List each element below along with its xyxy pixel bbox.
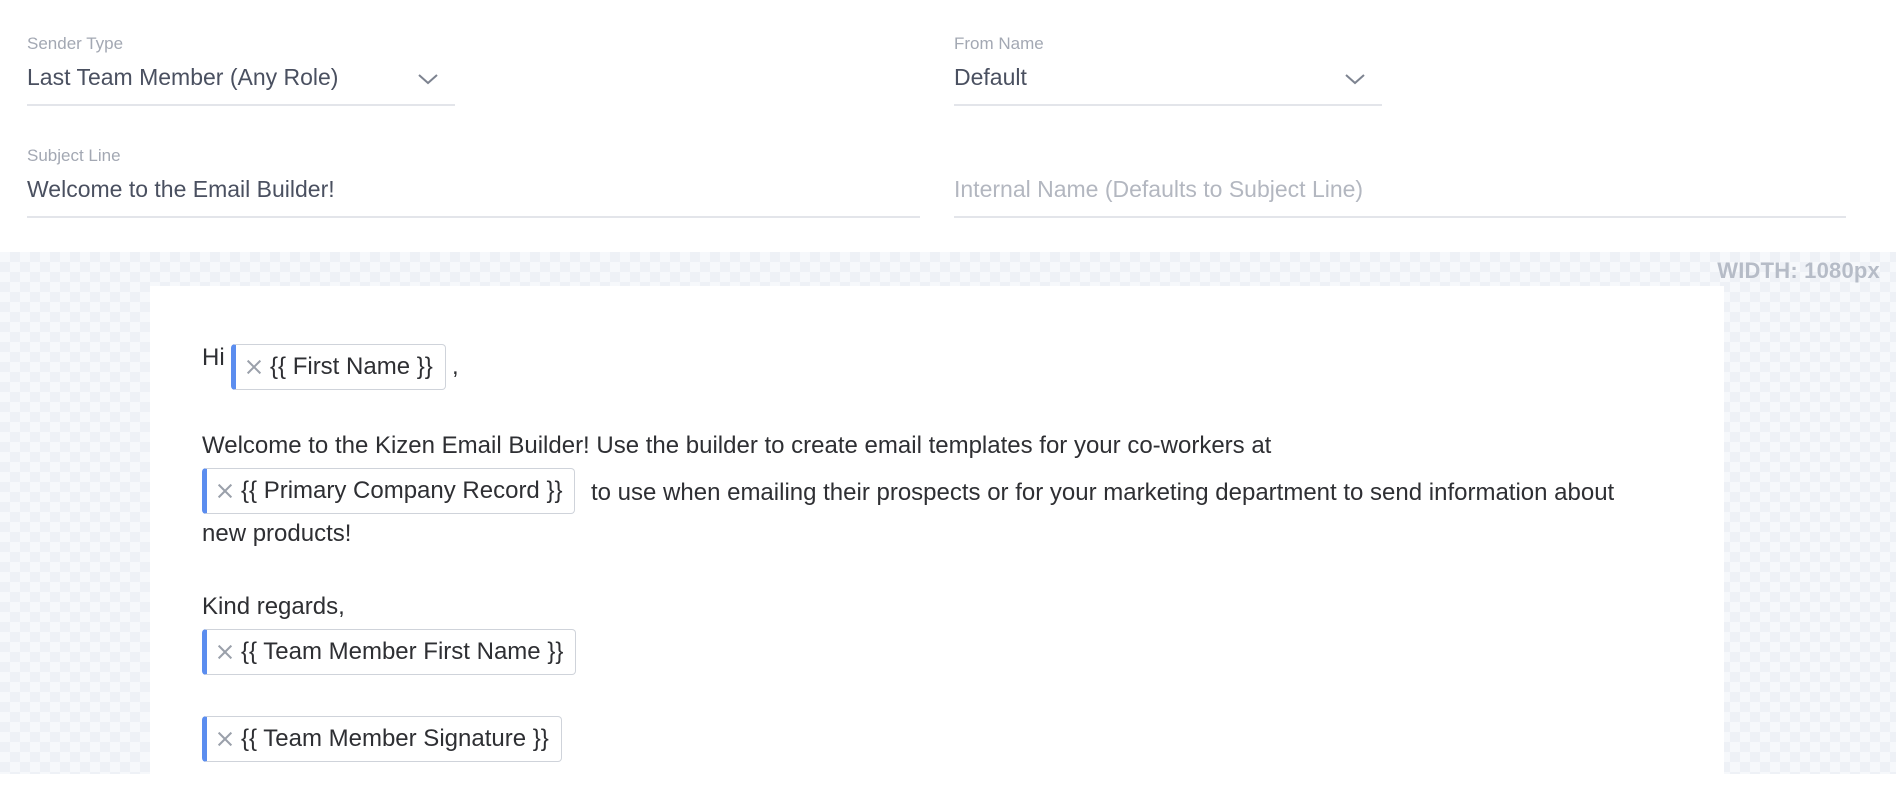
canvas-width-label: WIDTH: 1080px	[1717, 258, 1880, 283]
subject-line-input[interactable]: Welcome to the Email Builder!	[27, 176, 335, 203]
internal-name-underline	[954, 216, 1846, 218]
internal-name-input[interactable]: Internal Name (Defaults to Subject Line)	[954, 176, 1363, 203]
merge-field-first-name-label: {{ First Name }}	[270, 353, 433, 380]
chevron-down-icon[interactable]	[1344, 72, 1366, 86]
sender-type-label: Sender Type	[27, 34, 124, 53]
from-name-select[interactable]: From Name Default	[954, 34, 1382, 108]
subject-line-field[interactable]: Subject Line Welcome to the Email Builde…	[27, 146, 920, 220]
remove-icon[interactable]	[217, 644, 233, 660]
merge-field-signature-label: {{ Team Member Signature }}	[241, 725, 549, 752]
merge-field-first-name[interactable]: {{ First Name }}	[231, 344, 446, 390]
from-name-underline	[954, 104, 1382, 106]
merge-field-signature[interactable]: {{ Team Member Signature }}	[202, 716, 562, 762]
chevron-down-icon[interactable]	[417, 72, 439, 86]
merge-field-team-first-name-label: {{ Team Member First Name }}	[241, 638, 564, 665]
subject-line-label: Subject Line	[27, 146, 121, 165]
remove-icon[interactable]	[246, 359, 262, 375]
merge-field-company[interactable]: {{ Primary Company Record }}	[202, 468, 576, 514]
from-name-label: From Name	[954, 34, 1044, 53]
greeting-text: Hi	[202, 344, 225, 371]
remove-icon[interactable]	[217, 483, 233, 499]
from-name-value[interactable]: Default	[954, 64, 1027, 91]
merge-field-team-first-name[interactable]: {{ Team Member First Name }}	[202, 629, 577, 675]
merge-field-company-label: {{ Primary Company Record }}	[241, 477, 563, 504]
remove-icon[interactable]	[217, 731, 233, 747]
sender-type-select[interactable]: Sender Type Last Team Member (Any Role)	[27, 34, 455, 108]
sender-type-underline	[27, 104, 455, 106]
internal-name-field[interactable]: Internal Name (Defaults to Subject Line)	[954, 146, 1846, 220]
subject-line-underline	[27, 216, 920, 218]
email-settings-panel: Sender Type Last Team Member (Any Role) …	[0, 0, 1896, 252]
sender-type-value[interactable]: Last Team Member (Any Role)	[27, 64, 338, 91]
